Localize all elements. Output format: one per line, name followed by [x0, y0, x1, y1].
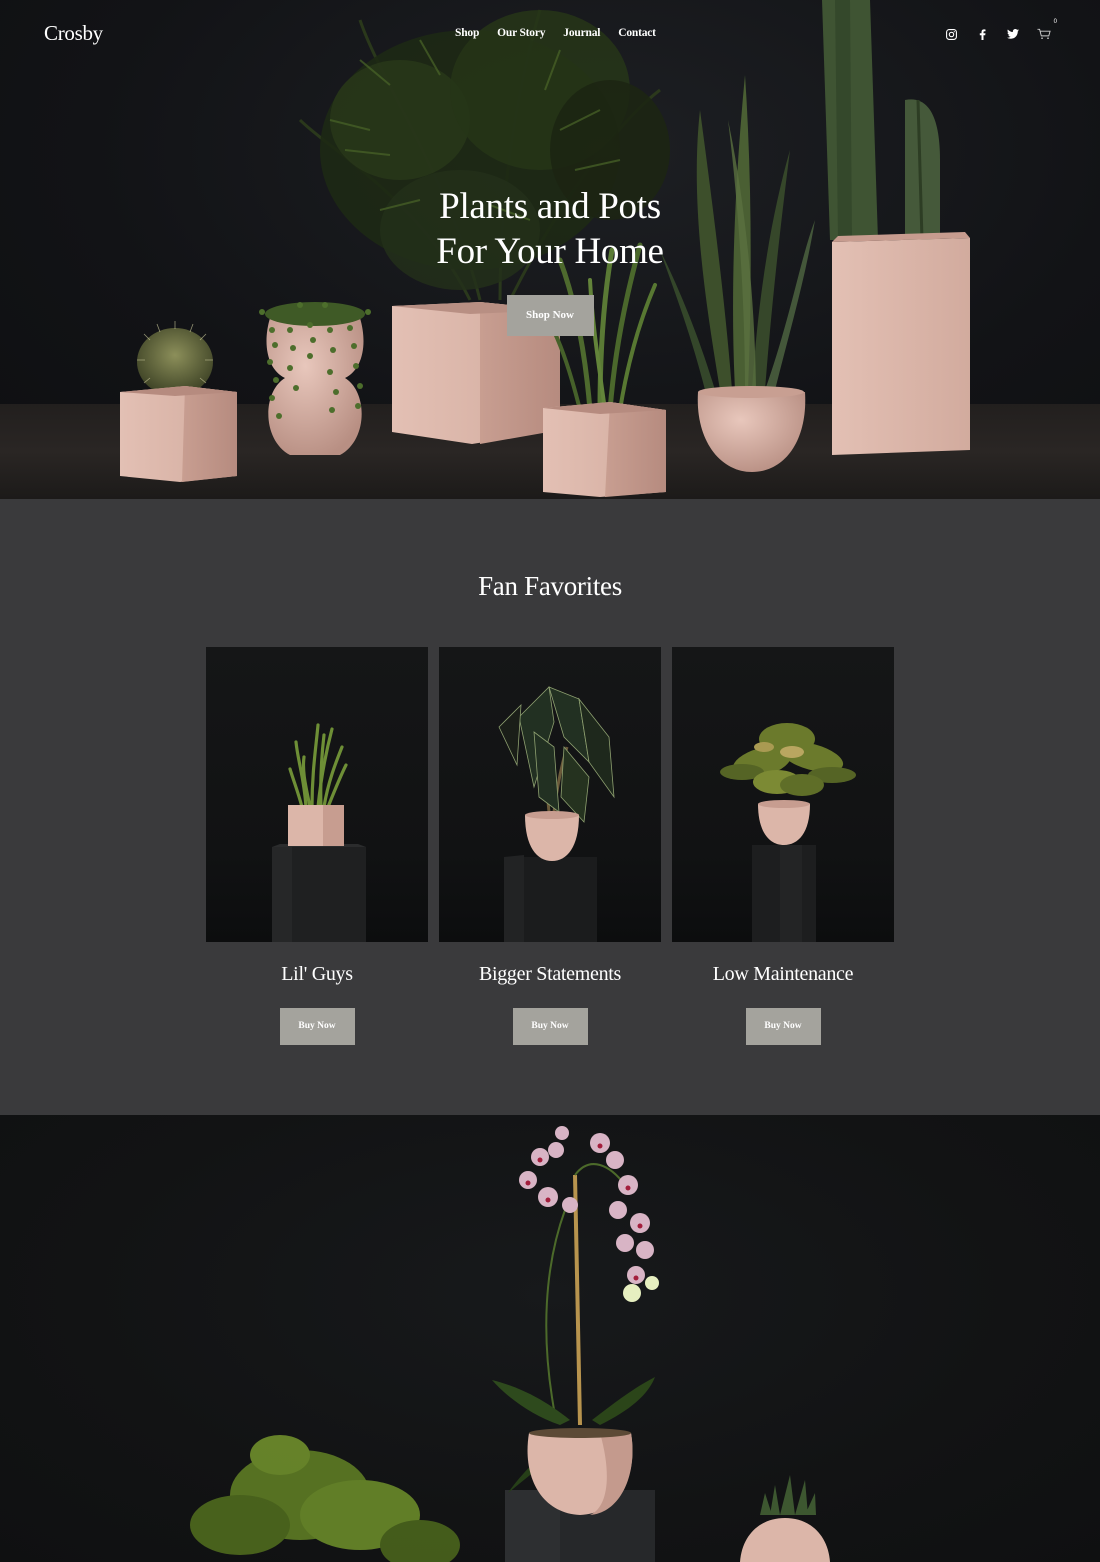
- nav-contact[interactable]: Contact: [618, 27, 656, 39]
- shop-now-button[interactable]: Shop Now: [506, 295, 594, 336]
- section-title: Fan Favorites: [478, 571, 622, 601]
- product-card: Lil' Guys Buy Now: [206, 647, 428, 1045]
- alocasia-image: [498, 686, 615, 942]
- facebook-icon[interactable]: [975, 27, 989, 41]
- card-title: Low Maintenance: [712, 963, 854, 985]
- product-image-bigger-statements[interactable]: [439, 647, 661, 942]
- site-header: Crosby Shop Our Story Journal Contact 0: [0, 0, 1100, 70]
- leafy-plant-image: [720, 723, 856, 942]
- product-image-low-maintenance[interactable]: [672, 647, 894, 942]
- social-links: 0: [944, 19, 1057, 41]
- succulent-image: [272, 723, 366, 942]
- logo[interactable]: Crosby: [44, 21, 103, 46]
- orchid-arrangement-image: [190, 1126, 830, 1562]
- cart-button[interactable]: 0: [1037, 19, 1057, 41]
- instagram-icon[interactable]: [944, 27, 958, 41]
- buy-now-button[interactable]: Buy Now: [512, 1008, 588, 1045]
- hero-content: Plants and Pots For Your Home Shop Now: [0, 184, 1100, 336]
- twitter-icon[interactable]: [1006, 27, 1020, 41]
- buy-now-button[interactable]: Buy Now: [745, 1008, 821, 1045]
- main-nav: Shop Our Story Journal Contact: [455, 27, 656, 39]
- buy-now-button[interactable]: Buy Now: [279, 1008, 355, 1045]
- hero-title-line-1: Plants and Pots: [439, 186, 661, 227]
- front-cube-pot: [543, 402, 666, 497]
- product-image-lil-guys[interactable]: [206, 647, 428, 942]
- bowl-pot: [697, 386, 806, 472]
- card-title: Lil' Guys: [281, 963, 353, 985]
- hero-title-line-2: For Your Home: [436, 231, 664, 272]
- product-card: Low Maintenance Buy Now: [672, 647, 894, 1045]
- fan-favorites-section: Fan Favorites Lil' Guys Buy Now Bigger S…: [0, 499, 1100, 1115]
- product-cards: Lil' Guys Buy Now Bigger Statements Buy …: [206, 647, 894, 1045]
- small-cube-pot: [120, 386, 237, 482]
- nav-journal[interactable]: Journal: [563, 27, 600, 39]
- cart-icon: [1037, 28, 1051, 40]
- hero-section: Crosby Shop Our Story Journal Contact 0: [0, 0, 1100, 499]
- hero-title: Plants and Pots For Your Home: [0, 184, 1100, 274]
- product-card: Bigger Statements Buy Now: [439, 647, 661, 1045]
- cart-count-badge: 0: [1053, 19, 1057, 25]
- nav-our-story[interactable]: Our Story: [497, 27, 545, 39]
- feature-image-section: [0, 1115, 1100, 1562]
- card-title: Bigger Statements: [478, 963, 622, 985]
- nav-shop[interactable]: Shop: [455, 27, 479, 39]
